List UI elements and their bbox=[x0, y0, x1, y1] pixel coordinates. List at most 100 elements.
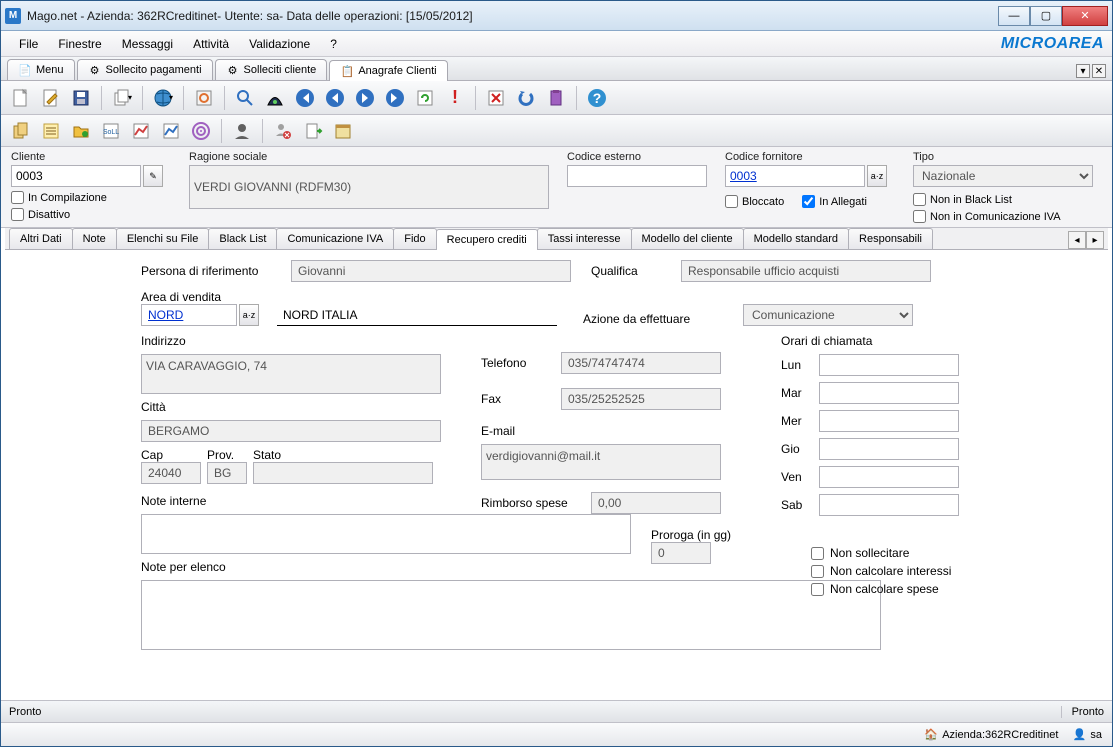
chart-button-1[interactable] bbox=[127, 117, 155, 145]
cliente-input[interactable] bbox=[11, 165, 141, 187]
tab-com-iva[interactable]: Comunicazione IVA bbox=[276, 228, 394, 249]
indirizzo-input[interactable] bbox=[141, 354, 441, 394]
clipboard-button[interactable] bbox=[542, 84, 570, 112]
menu-attivita[interactable]: Attività bbox=[183, 33, 239, 55]
area-vendita-desc-input[interactable] bbox=[277, 304, 557, 326]
edit-button[interactable] bbox=[37, 84, 65, 112]
tab-tassi[interactable]: Tassi interesse bbox=[537, 228, 632, 249]
menu-help[interactable]: ? bbox=[320, 33, 347, 55]
menu-validazione[interactable]: Validazione bbox=[239, 33, 320, 55]
cap-input[interactable] bbox=[141, 462, 201, 484]
tab-blacklist[interactable]: Black List bbox=[208, 228, 277, 249]
tab-recupero-crediti[interactable]: Recupero crediti bbox=[436, 229, 538, 250]
tab-sollecito-pagamenti[interactable]: ⚙ Sollecito pagamenti bbox=[77, 59, 213, 80]
save-button[interactable] bbox=[67, 84, 95, 112]
settings-button[interactable] bbox=[190, 84, 218, 112]
tab-altri-dati[interactable]: Altri Dati bbox=[9, 228, 73, 249]
nav-next-button[interactable] bbox=[351, 84, 379, 112]
nav-prev-button[interactable] bbox=[321, 84, 349, 112]
tab-fido[interactable]: Fido bbox=[393, 228, 436, 249]
citta-input[interactable] bbox=[141, 420, 441, 442]
tab-label: Anagrafe Clienti bbox=[358, 65, 436, 77]
soll-button[interactable]: SoLL bbox=[97, 117, 125, 145]
nav-first-button[interactable] bbox=[291, 84, 319, 112]
codice-esterno-input[interactable] bbox=[567, 165, 707, 187]
close-button[interactable]: ✕ bbox=[1062, 6, 1108, 26]
stato-input[interactable] bbox=[253, 462, 433, 484]
indirizzo-label: Indirizzo bbox=[141, 334, 461, 348]
alert-button[interactable]: ! bbox=[441, 84, 469, 112]
bloccato-checkbox[interactable] bbox=[725, 195, 738, 208]
folder-button[interactable] bbox=[67, 117, 95, 145]
prov-input[interactable] bbox=[207, 462, 247, 484]
tab-responsabili[interactable]: Responsabili bbox=[848, 228, 933, 249]
in-allegati-checkbox[interactable] bbox=[802, 195, 815, 208]
user-button[interactable] bbox=[228, 117, 256, 145]
fax-input[interactable] bbox=[561, 388, 721, 410]
tab-close-icon[interactable]: ✕ bbox=[1092, 64, 1106, 78]
search-button[interactable] bbox=[231, 84, 259, 112]
list-button[interactable] bbox=[37, 117, 65, 145]
tab-label: Sollecito pagamenti bbox=[106, 64, 202, 76]
new-button[interactable] bbox=[7, 84, 35, 112]
disattivo-label: Disattivo bbox=[28, 209, 70, 221]
nav-last-button[interactable] bbox=[381, 84, 409, 112]
tab-menu[interactable]: 📄 Menu bbox=[7, 59, 75, 80]
help-button[interactable]: ? bbox=[583, 84, 611, 112]
area-vendita-code-input[interactable] bbox=[141, 304, 237, 326]
non-interessi-checkbox[interactable] bbox=[811, 565, 824, 578]
maximize-button[interactable]: ▢ bbox=[1030, 6, 1062, 26]
telefono-input[interactable] bbox=[561, 352, 721, 374]
disattivo-checkbox[interactable] bbox=[11, 208, 24, 221]
persona-rif-input[interactable] bbox=[291, 260, 571, 282]
orari-ven-input[interactable] bbox=[819, 466, 959, 488]
non-black-checkbox[interactable] bbox=[913, 193, 926, 206]
minimize-button[interactable]: — bbox=[998, 6, 1030, 26]
globe-button[interactable]: ▾ bbox=[149, 84, 177, 112]
cliente-edit-icon[interactable]: ✎ bbox=[143, 165, 163, 187]
refresh-button[interactable] bbox=[411, 84, 439, 112]
qualifica-input[interactable] bbox=[681, 260, 931, 282]
radar-button[interactable] bbox=[261, 84, 289, 112]
tab-scroll-right-icon[interactable]: ▸ bbox=[1086, 231, 1104, 249]
ragione-input[interactable] bbox=[189, 165, 549, 209]
menu-finestre[interactable]: Finestre bbox=[48, 33, 111, 55]
export-button[interactable] bbox=[299, 117, 327, 145]
proroga-input[interactable] bbox=[651, 542, 711, 564]
azione-select[interactable]: Comunicazione bbox=[743, 304, 913, 326]
note-elenco-input[interactable] bbox=[141, 580, 881, 650]
orari-mar-input[interactable] bbox=[819, 382, 959, 404]
calendar-button[interactable] bbox=[329, 117, 357, 145]
target-button[interactable] bbox=[187, 117, 215, 145]
in-compilazione-checkbox[interactable] bbox=[11, 191, 24, 204]
non-spese-checkbox[interactable] bbox=[811, 583, 824, 596]
tab-solleciti-cliente[interactable]: ⚙ Solleciti cliente bbox=[215, 59, 328, 80]
rimborso-input[interactable] bbox=[591, 492, 721, 514]
menu-messaggi[interactable]: Messaggi bbox=[112, 33, 183, 55]
orari-lun-input[interactable] bbox=[819, 354, 959, 376]
tab-dropdown-icon[interactable]: ▾ bbox=[1076, 64, 1090, 78]
copy-doc-button[interactable] bbox=[7, 117, 35, 145]
codice-fornitore-lookup-icon[interactable]: a·z bbox=[867, 165, 887, 187]
tab-elenchi[interactable]: Elenchi su File bbox=[116, 228, 210, 249]
non-com-iva-checkbox[interactable] bbox=[913, 210, 926, 223]
codice-fornitore-input[interactable] bbox=[725, 165, 865, 187]
orari-mer-input[interactable] bbox=[819, 410, 959, 432]
user-cancel-button[interactable] bbox=[269, 117, 297, 145]
orari-sab-input[interactable] bbox=[819, 494, 959, 516]
tab-anagrafe-clienti[interactable]: 📋 Anagrafe Clienti bbox=[329, 60, 447, 81]
email-input[interactable] bbox=[481, 444, 721, 480]
menu-file[interactable]: File bbox=[9, 33, 48, 55]
area-vendita-lookup-icon[interactable]: a·z bbox=[239, 304, 259, 326]
tab-modello-cliente[interactable]: Modello del cliente bbox=[631, 228, 744, 249]
tab-modello-standard[interactable]: Modello standard bbox=[743, 228, 849, 249]
copy-button[interactable]: ▾ bbox=[108, 84, 136, 112]
orari-gio-input[interactable] bbox=[819, 438, 959, 460]
delete-button[interactable] bbox=[482, 84, 510, 112]
tab-scroll-left-icon[interactable]: ◂ bbox=[1068, 231, 1086, 249]
chart-button-2[interactable] bbox=[157, 117, 185, 145]
non-sollecitare-checkbox[interactable] bbox=[811, 547, 824, 560]
tab-note[interactable]: Note bbox=[72, 228, 117, 249]
undo-button[interactable] bbox=[512, 84, 540, 112]
tipo-select[interactable]: Nazionale bbox=[913, 165, 1093, 187]
